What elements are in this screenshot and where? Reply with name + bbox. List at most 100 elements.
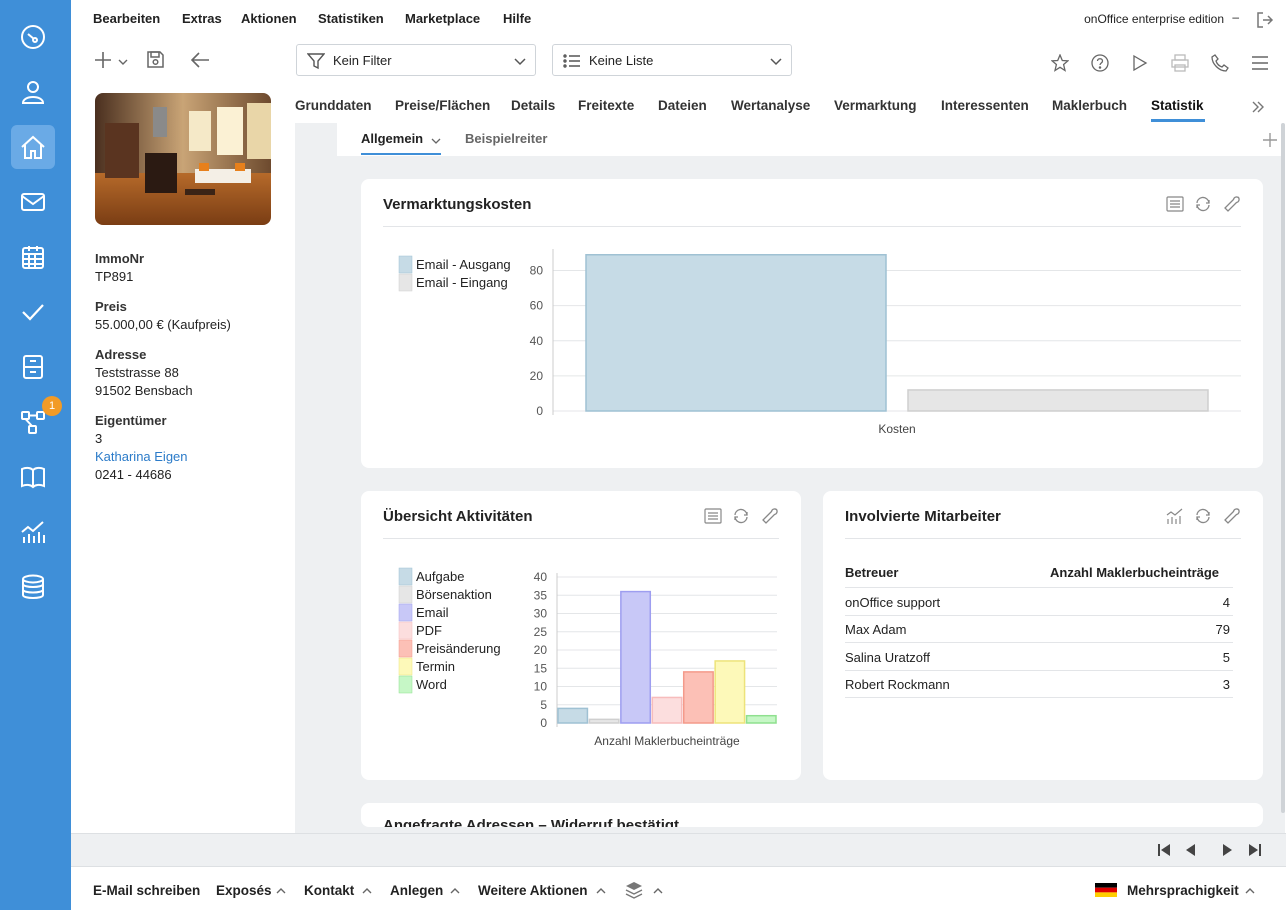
play-icon[interactable]	[1132, 54, 1148, 72]
chevron-down-icon[interactable]	[431, 136, 441, 146]
x-tick-label: Anzahl Maklerbucheinträge	[594, 734, 740, 748]
previous-page-icon[interactable]	[1184, 843, 1196, 857]
database-icon[interactable]	[11, 565, 55, 609]
refresh-icon[interactable]	[732, 507, 750, 525]
hamburger-menu-icon[interactable]	[1251, 55, 1269, 71]
tab-preise-flaechen[interactable]: Preise/Flächen	[395, 98, 490, 113]
table-row-count: 79	[1215, 622, 1230, 637]
tab-grunddaten[interactable]: Grunddaten	[295, 98, 372, 113]
chevron-up-icon[interactable]	[1244, 885, 1256, 897]
chevron-down-icon[interactable]	[118, 57, 128, 67]
book-icon[interactable]	[11, 455, 55, 499]
logout-icon[interactable]	[1256, 11, 1274, 29]
more-tabs-icon[interactable]	[1250, 99, 1266, 115]
next-page-icon[interactable]	[1222, 843, 1234, 857]
bar-preisänderung	[682, 671, 714, 724]
chevron-up-icon[interactable]	[652, 885, 664, 897]
bar-termin	[714, 660, 746, 724]
legend-label: Preisänderung	[416, 641, 501, 656]
home-icon[interactable]	[11, 125, 55, 169]
subtab-beispielreiter[interactable]: Beispielreiter	[465, 131, 547, 146]
eigentuemer-id: 3	[95, 431, 103, 446]
phone-icon[interactable]	[1211, 54, 1229, 72]
table-view-icon[interactable]	[1166, 195, 1184, 213]
wrench-icon[interactable]	[1223, 507, 1241, 525]
tab-statistik[interactable]: Statistik	[1151, 98, 1204, 113]
wrench-icon[interactable]	[1223, 195, 1241, 213]
table-row-name: Max Adam	[845, 622, 907, 637]
tab-vermarktung[interactable]: Vermarktung	[834, 98, 917, 113]
print-icon[interactable]	[1171, 54, 1189, 72]
bar-aufgabe	[557, 707, 589, 724]
last-page-icon[interactable]	[1248, 843, 1262, 857]
tab-dateien[interactable]: Dateien	[658, 98, 707, 113]
chevron-down-icon	[770, 58, 782, 66]
tab-details[interactable]: Details	[511, 98, 555, 113]
chevron-up-icon[interactable]	[449, 885, 461, 897]
exposes-button[interactable]: Exposés	[216, 883, 272, 898]
menu-aktionen[interactable]: Aktionen	[241, 11, 297, 26]
bar-börsenaktion	[588, 718, 620, 724]
preis-value: 55.000,00 € (Kaufpreis)	[95, 317, 231, 332]
main-sidebar: 1	[0, 0, 71, 910]
tab-wertanalyse[interactable]: Wertanalyse	[731, 98, 810, 113]
kontakt-button[interactable]: Kontakt	[304, 883, 354, 898]
scrollbar[interactable]	[1281, 123, 1285, 813]
back-arrow-icon[interactable]	[190, 51, 210, 69]
legend-label: Email - Eingang	[416, 275, 508, 290]
column-header-anzahl[interactable]: Anzahl Maklerbucheinträge	[1050, 565, 1219, 580]
checkmark-icon[interactable]	[11, 290, 55, 334]
y-tick-label: 35	[534, 588, 548, 602]
help-icon[interactable]	[1091, 54, 1109, 72]
add-icon[interactable]	[94, 51, 112, 69]
anlegen-button[interactable]: Anlegen	[390, 883, 443, 898]
email-schreiben-button[interactable]: E-Mail schreiben	[93, 883, 200, 898]
adresse-street: Teststrasse 88	[95, 365, 179, 380]
column-header-betreuer[interactable]: Betreuer	[845, 565, 898, 580]
menu-hilfe[interactable]: Hilfe	[503, 11, 531, 26]
file-cabinet-icon[interactable]	[11, 345, 55, 389]
refresh-icon[interactable]	[1194, 195, 1212, 213]
tab-freitexte[interactable]: Freitexte	[578, 98, 634, 113]
table-divider	[845, 642, 1233, 643]
card-title: Involvierte Mitarbeiter	[845, 508, 1001, 525]
person-icon[interactable]	[11, 70, 55, 114]
add-subtab-icon[interactable]	[1262, 132, 1278, 148]
weitere-aktionen-button[interactable]: Weitere Aktionen	[478, 883, 588, 898]
chevron-up-icon[interactable]	[595, 885, 607, 897]
filter-value: Kein Filter	[333, 53, 392, 68]
filter-dropdown[interactable]: Kein Filter	[296, 44, 536, 76]
star-icon[interactable]	[1051, 54, 1069, 72]
card-title: Vermarktungskosten	[383, 196, 532, 213]
statistics-icon[interactable]	[11, 510, 55, 554]
mehrsprachigkeit-button[interactable]: Mehrsprachigkeit	[1127, 883, 1239, 898]
chevron-up-icon[interactable]	[361, 885, 373, 897]
chevron-up-icon[interactable]	[275, 885, 287, 897]
wrench-icon[interactable]	[761, 507, 779, 525]
tab-interessenten[interactable]: Interessenten	[941, 98, 1029, 113]
card-divider	[845, 538, 1241, 539]
menu-bearbeiten[interactable]: Bearbeiten	[93, 11, 160, 26]
y-tick-label: 15	[534, 661, 548, 675]
subtab-allgemein[interactable]: Allgemein	[361, 131, 423, 146]
menu-statistiken[interactable]: Statistiken	[318, 11, 384, 26]
layers-icon[interactable]	[625, 881, 643, 899]
menu-marketplace[interactable]: Marketplace	[405, 11, 480, 26]
calendar-icon[interactable]	[11, 235, 55, 279]
first-page-icon[interactable]	[1157, 843, 1171, 857]
chart-view-icon[interactable]	[1166, 507, 1184, 525]
minimize-dash[interactable]: –	[1232, 10, 1239, 24]
immonr-value: TP891	[95, 269, 134, 284]
table-row-count: 4	[1222, 595, 1230, 610]
save-icon[interactable]	[146, 50, 165, 69]
mail-icon[interactable]	[11, 180, 55, 224]
speedometer-icon[interactable]	[11, 15, 55, 59]
table-view-icon[interactable]	[704, 507, 722, 525]
y-tick-label: 20	[534, 643, 548, 657]
card-vermarktungskosten: Vermarktungskosten 0 20 40 60 80 Kosten Email …	[361, 179, 1263, 468]
refresh-icon[interactable]	[1194, 507, 1212, 525]
tab-maklerbuch[interactable]: Maklerbuch	[1052, 98, 1127, 113]
menu-extras[interactable]: Extras	[182, 11, 222, 26]
owner-name-link[interactable]: Katharina Eigen	[95, 449, 188, 464]
list-dropdown[interactable]: Keine Liste	[552, 44, 792, 76]
